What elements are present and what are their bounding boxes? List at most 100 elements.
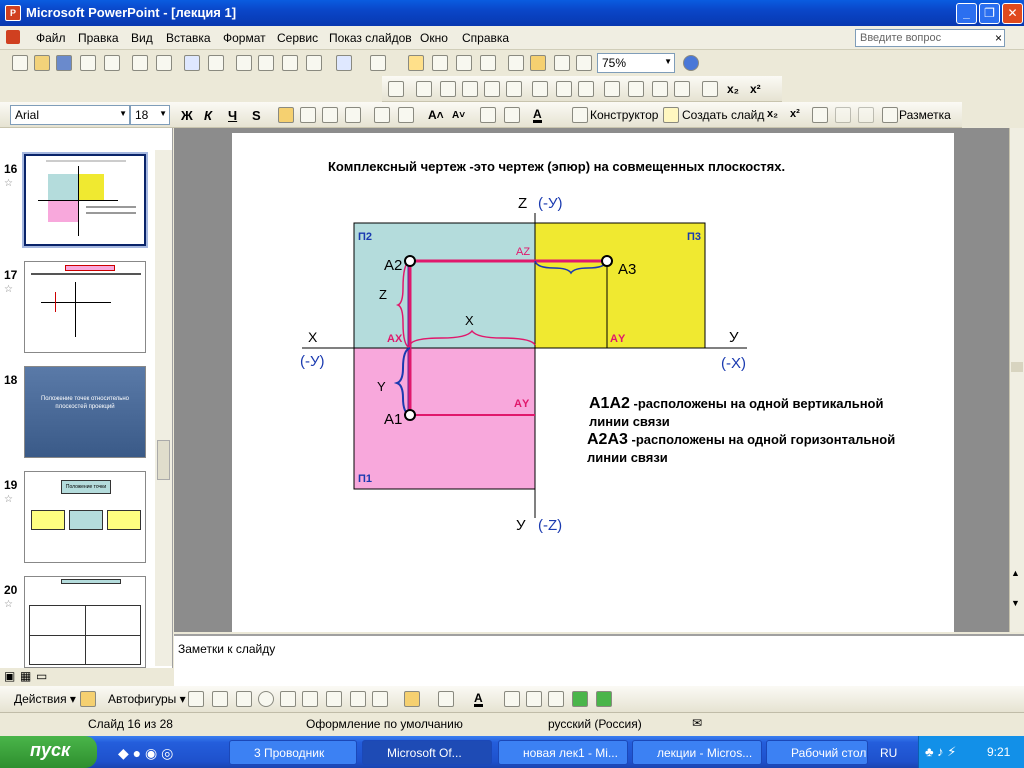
plane-p1[interactable]	[353, 347, 536, 490]
plane-p3[interactable]	[534, 222, 706, 349]
insert-hyperlink-icon[interactable]	[480, 55, 496, 71]
bidi-right-icon[interactable]	[858, 107, 874, 123]
research-icon[interactable]	[208, 55, 224, 71]
new-icon[interactable]	[12, 55, 28, 71]
point-a2[interactable]	[404, 255, 416, 267]
copy-icon[interactable]	[258, 55, 274, 71]
save-icon[interactable]	[56, 55, 72, 71]
wordart-icon[interactable]	[302, 691, 318, 707]
print-preview-icon[interactable]	[156, 55, 172, 71]
slide-thumbnail-19[interactable]: Положение точки	[24, 471, 146, 563]
menu-insert[interactable]: Вставка	[166, 31, 211, 45]
new-slide-icon[interactable]	[663, 107, 679, 123]
menu-view[interactable]: Вид	[131, 31, 153, 45]
superscript-icon[interactable]: x²	[750, 82, 761, 96]
arrow-style-icon[interactable]	[548, 691, 564, 707]
picture-icon[interactable]	[372, 691, 388, 707]
text-box-icon[interactable]	[280, 691, 296, 707]
notes-pane[interactable]: Заметки к слайду	[174, 634, 1024, 686]
font-size-select[interactable]: 18 ▼	[130, 105, 170, 125]
fill-color-icon[interactable]	[404, 691, 420, 707]
chevron-up-icon[interactable]: ▲	[1011, 568, 1023, 582]
new-slide-button[interactable]: Создать слайд	[682, 108, 764, 122]
decrease-indent-icon[interactable]	[480, 107, 496, 123]
slide-thumbnail-20[interactable]	[24, 576, 146, 668]
slide-heading[interactable]: Комплексный чертеж -это чертеж (эпюр) на…	[328, 159, 785, 174]
line-color-icon[interactable]	[438, 691, 454, 707]
autoshapes-menu[interactable]: Автофигуры ▾	[108, 692, 186, 706]
set-transparent-icon[interactable]	[674, 81, 690, 97]
email-icon[interactable]	[104, 55, 120, 71]
numbering-icon[interactable]	[374, 107, 390, 123]
less-contrast-icon[interactable]	[462, 81, 478, 97]
current-slide[interactable]: Комплексный чертеж -это чертеж (эпюр) на…	[232, 133, 954, 632]
document-icon[interactable]	[6, 30, 20, 44]
menu-tools[interactable]: Сервис	[277, 31, 318, 45]
note-horizontal[interactable]: А2А3 -расположены на одной горизонтально…	[587, 431, 895, 449]
font-color-icon[interactable]: A	[474, 692, 483, 707]
crop-icon[interactable]	[532, 81, 548, 97]
format-picture-icon[interactable]	[652, 81, 668, 97]
designer-icon[interactable]	[572, 107, 588, 123]
rotate-icon[interactable]	[556, 81, 572, 97]
point-a1[interactable]	[404, 409, 416, 421]
notes-placeholder[interactable]: Заметки к слайду	[178, 642, 275, 656]
menu-format[interactable]: Формат	[223, 31, 266, 45]
insert-table-icon[interactable]	[432, 55, 448, 71]
start-button[interactable]: пуск	[0, 736, 97, 768]
note-vertical[interactable]: А1А2 -расположены на одной вертикальной	[589, 395, 883, 413]
scroll-thumb[interactable]	[1011, 362, 1023, 372]
spelling-icon[interactable]	[184, 55, 200, 71]
menu-file[interactable]: Файл	[36, 31, 66, 45]
less-brightness-icon[interactable]	[506, 81, 522, 97]
layout-icon[interactable]	[882, 107, 898, 123]
slides-pane-scrollbar[interactable]	[155, 150, 172, 666]
slide-thumbnail-16[interactable]	[22, 152, 148, 248]
plane-p2[interactable]	[353, 222, 536, 349]
italic-button[interactable]: К	[204, 108, 212, 123]
taskbar-word-doc1[interactable]: новая лек1 - Mi...	[498, 740, 628, 765]
expand-all-icon[interactable]	[508, 55, 524, 71]
clipart-icon[interactable]	[350, 691, 366, 707]
color-icon[interactable]	[416, 81, 432, 97]
font-name-select[interactable]: Arial ▼	[10, 105, 130, 125]
line-style-icon[interactable]	[578, 81, 594, 97]
open-icon[interactable]	[34, 55, 50, 71]
show-grid-icon[interactable]	[554, 55, 570, 71]
superscript-icon[interactable]: x²	[790, 108, 800, 120]
taskbar-desktop[interactable]: Рабочий стол	[766, 740, 868, 765]
taskbar-explorer[interactable]: 3 Проводник	[229, 740, 357, 765]
subscript-icon[interactable]: x₂	[727, 82, 739, 96]
spacing-icon[interactable]	[812, 107, 828, 123]
bullets-icon[interactable]	[398, 107, 414, 123]
reset-picture-icon[interactable]	[702, 81, 718, 97]
insert-picture-icon[interactable]	[388, 81, 404, 97]
more-contrast-icon[interactable]	[440, 81, 456, 97]
menu-window[interactable]: Окно	[420, 31, 448, 45]
layout-button[interactable]: Разметка	[899, 108, 951, 122]
quick-launch-icons[interactable]: ◆ ● ◉ ◎	[118, 745, 173, 762]
line-icon[interactable]	[188, 691, 204, 707]
redo-icon[interactable]	[370, 55, 386, 71]
menu-slideshow[interactable]: Показ слайдов	[329, 31, 412, 45]
align-center-icon[interactable]	[300, 107, 316, 123]
undo-icon[interactable]	[336, 55, 352, 71]
scroll-thumb[interactable]	[157, 440, 170, 480]
actions-menu[interactable]: Действия ▾	[14, 692, 76, 706]
help-icon[interactable]	[683, 55, 699, 71]
zoom-select[interactable]: 75% ▼	[597, 53, 675, 73]
rectangle-icon[interactable]	[236, 691, 252, 707]
increase-indent-icon[interactable]	[504, 107, 520, 123]
dash-style-icon[interactable]	[526, 691, 542, 707]
arrow-icon[interactable]	[212, 691, 228, 707]
minimize-button[interactable]: _	[956, 3, 977, 24]
align-left-icon[interactable]	[278, 107, 294, 123]
close-button[interactable]: ✕	[1002, 3, 1023, 24]
point-a3[interactable]	[601, 255, 613, 267]
slide-thumbnail-17[interactable]	[24, 261, 146, 353]
increase-font-icon[interactable]: A˄	[428, 108, 444, 122]
chevron-down-icon[interactable]: ▼	[1011, 598, 1023, 612]
editor-scrollbar[interactable]: ▲ ▼	[1009, 128, 1024, 632]
shadow-style-icon[interactable]	[572, 691, 588, 707]
sorter-view-icon[interactable]: ▦	[20, 669, 31, 683]
